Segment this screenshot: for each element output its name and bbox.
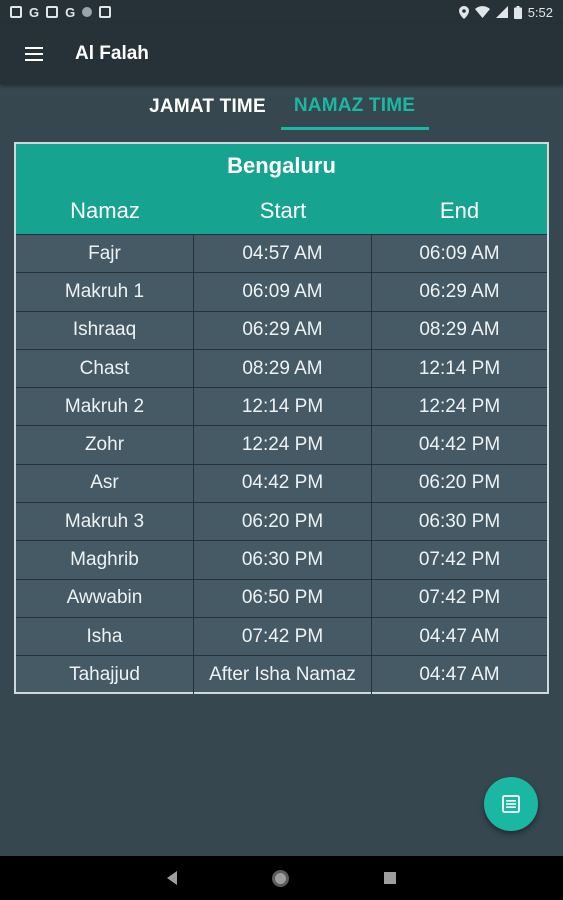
end-time-cell: 04:42 PM: [418, 434, 501, 456]
circle-notification-icon: [82, 7, 93, 17]
hamburger-menu-icon: [25, 47, 43, 61]
start-time-cell: 12:24 PM: [194, 426, 372, 464]
start-time-cell: 06:20 PM: [194, 503, 372, 541]
namaz-name-cell: Isha: [16, 617, 194, 656]
column-headers: Namaz Start End: [16, 188, 547, 234]
namaz-name-cell: Fajr: [16, 235, 194, 273]
end-time-cell: 12:14 PM: [418, 357, 501, 379]
column-header-end: End: [439, 198, 480, 223]
table-row: Tahajjud After Isha Namaz 04:47 AM: [16, 655, 547, 694]
status-bar: G G 5:52: [0, 0, 563, 24]
namaz-name-cell: Ishraaq: [16, 311, 194, 349]
status-time: 5:52: [527, 4, 553, 20]
app-bar: Al Falah: [0, 24, 563, 84]
namaz-name-cell: Tahajjud: [16, 656, 194, 694]
end-time-cell: 12:24 PM: [418, 395, 501, 417]
start-time-cell: 04:42 PM: [194, 464, 372, 503]
location-icon: [458, 5, 469, 19]
start-time-cell: 08:29 AM: [194, 349, 372, 388]
table-row: Chast 08:29 AM 12:14 PM: [16, 348, 547, 388]
menu-button[interactable]: [0, 24, 68, 84]
signal-icon: [495, 6, 508, 18]
city-name: Bengaluru: [227, 153, 336, 178]
start-time-cell: 12:14 PM: [194, 388, 372, 426]
end-time-cell: 08:29 AM: [419, 319, 500, 341]
table-row: Zohr 12:24 PM 04:42 PM: [16, 425, 547, 464]
end-time-cell: 06:20 PM: [418, 472, 501, 494]
battery-icon: [513, 5, 522, 19]
namaz-name-cell: Makruh 2: [16, 388, 194, 426]
namaz-name-cell: Makruh 1: [16, 273, 194, 311]
table-row: Ishraaq 06:29 AM 08:29 AM: [16, 310, 547, 349]
namaz-name-cell: Awwabin: [16, 579, 194, 617]
google-icon: G: [29, 4, 40, 20]
namaz-time-table: Bengaluru Namaz Start End Fajr 04:57 AM 06…: [14, 142, 549, 694]
system-indicators: 5:52: [458, 4, 553, 20]
table-row: Awwabin 06:50 PM 07:42 PM: [16, 578, 547, 617]
table-row: Asr 04:42 PM 06:20 PM: [16, 463, 547, 503]
system-navigation-bar: [0, 856, 563, 900]
recent-apps-icon[interactable]: [384, 872, 396, 884]
end-time-cell: 06:30 PM: [418, 510, 501, 532]
tab-namaz-time[interactable]: NAMAZ TIME: [280, 84, 429, 130]
column-header-start: Start: [259, 198, 307, 223]
wifi-icon: [474, 6, 490, 18]
table-row: Isha 07:42 PM 04:47 AM: [16, 616, 547, 656]
google-icon: G: [65, 4, 76, 20]
start-time-cell: 06:50 PM: [194, 579, 372, 617]
namaz-name-cell: Maghrib: [16, 541, 194, 579]
start-time-cell: 06:29 AM: [194, 311, 372, 349]
namaz-name-cell: Makruh 3: [16, 503, 194, 541]
table-header: Bengaluru Namaz Start End: [16, 144, 547, 234]
start-time-cell: 06:09 AM: [194, 273, 372, 311]
end-time-cell: 04:47 AM: [419, 663, 500, 685]
table-row: Maghrib 06:30 PM 07:42 PM: [16, 540, 547, 579]
table-row: Fajr 04:57 AM 06:09 AM: [16, 234, 547, 273]
list-document-icon: [502, 795, 520, 813]
table-row: Makruh 1 06:09 AM 06:29 AM: [16, 272, 547, 311]
tab-jamat-time[interactable]: JAMAT TIME: [135, 84, 281, 130]
clipboard-notification-icon: [99, 6, 112, 18]
end-time-cell: 07:42 PM: [418, 587, 501, 609]
table-row: Makruh 3 06:20 PM 06:30 PM: [16, 502, 547, 541]
fab-list-button[interactable]: [484, 777, 538, 831]
image-notification-icon: [46, 6, 59, 18]
home-icon[interactable]: [272, 869, 289, 887]
namaz-name-cell: Chast: [16, 349, 194, 388]
column-header-namaz: Namaz: [70, 198, 140, 223]
end-time-cell: 06:09 AM: [419, 242, 500, 264]
table-row: Makruh 2 12:14 PM 12:24 PM: [16, 387, 547, 426]
end-time-cell: 07:42 PM: [418, 549, 501, 571]
start-time-cell: 06:30 PM: [194, 541, 372, 579]
namaz-name-cell: Asr: [16, 464, 194, 503]
table-body: Fajr 04:57 AM 06:09 AM Makruh 1 06:09 AM 06:2…: [16, 234, 547, 694]
start-time-cell: 07:42 PM: [194, 617, 372, 656]
notification-icons: G G: [10, 4, 112, 20]
end-time-cell: 06:29 AM: [419, 280, 500, 302]
namaz-name-cell: Zohr: [16, 426, 194, 464]
start-time-cell: 04:57 AM: [194, 235, 372, 273]
app-title: Al Falah: [75, 43, 149, 64]
tab-bar: JAMAT TIME NAMAZ TIME: [0, 84, 563, 130]
notification-app-icon: [10, 6, 22, 18]
back-icon[interactable]: [167, 871, 177, 885]
end-time-cell: 04:47 AM: [419, 625, 500, 647]
start-time-cell: After Isha Namaz: [194, 656, 372, 694]
